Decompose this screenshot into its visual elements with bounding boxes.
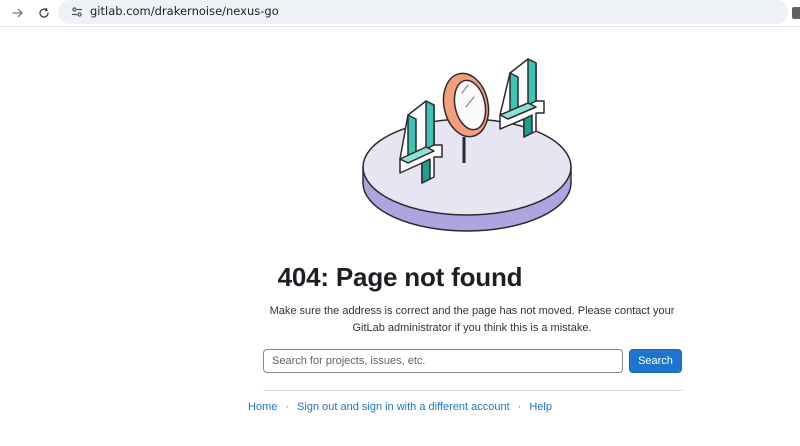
site-settings-icon[interactable] <box>68 3 86 21</box>
error-description: Make sure the address is correct and the… <box>269 305 675 334</box>
reload-icon[interactable] <box>34 3 54 23</box>
footer-links: Home · Sign out and sign in with a differe… <box>0 401 800 413</box>
search-input[interactable] <box>263 349 623 373</box>
sign-out-link[interactable]: Sign out and sign in with a different ac… <box>297 401 510 413</box>
separator: · <box>517 401 522 413</box>
address-bar[interactable]: gitlab.com/drakernoise/nexus-go <box>58 0 788 24</box>
page-title: 404: Page not found <box>277 262 523 292</box>
help-link[interactable]: Help <box>529 401 552 413</box>
divider <box>263 390 683 391</box>
extension-icon[interactable] <box>792 7 800 19</box>
separator: · <box>285 401 290 413</box>
url-text[interactable]: gitlab.com/drakernoise/nexus-go <box>90 4 279 18</box>
home-link[interactable]: Home <box>248 401 277 413</box>
digit-four-right <box>499 58 545 138</box>
search-form: Search <box>263 349 683 373</box>
forward-arrow-icon[interactable] <box>8 3 28 23</box>
search-button[interactable]: Search <box>629 349 682 373</box>
browser-toolbar: gitlab.com/drakernoise/nexus-go <box>0 0 800 27</box>
404-illustration <box>360 45 590 235</box>
